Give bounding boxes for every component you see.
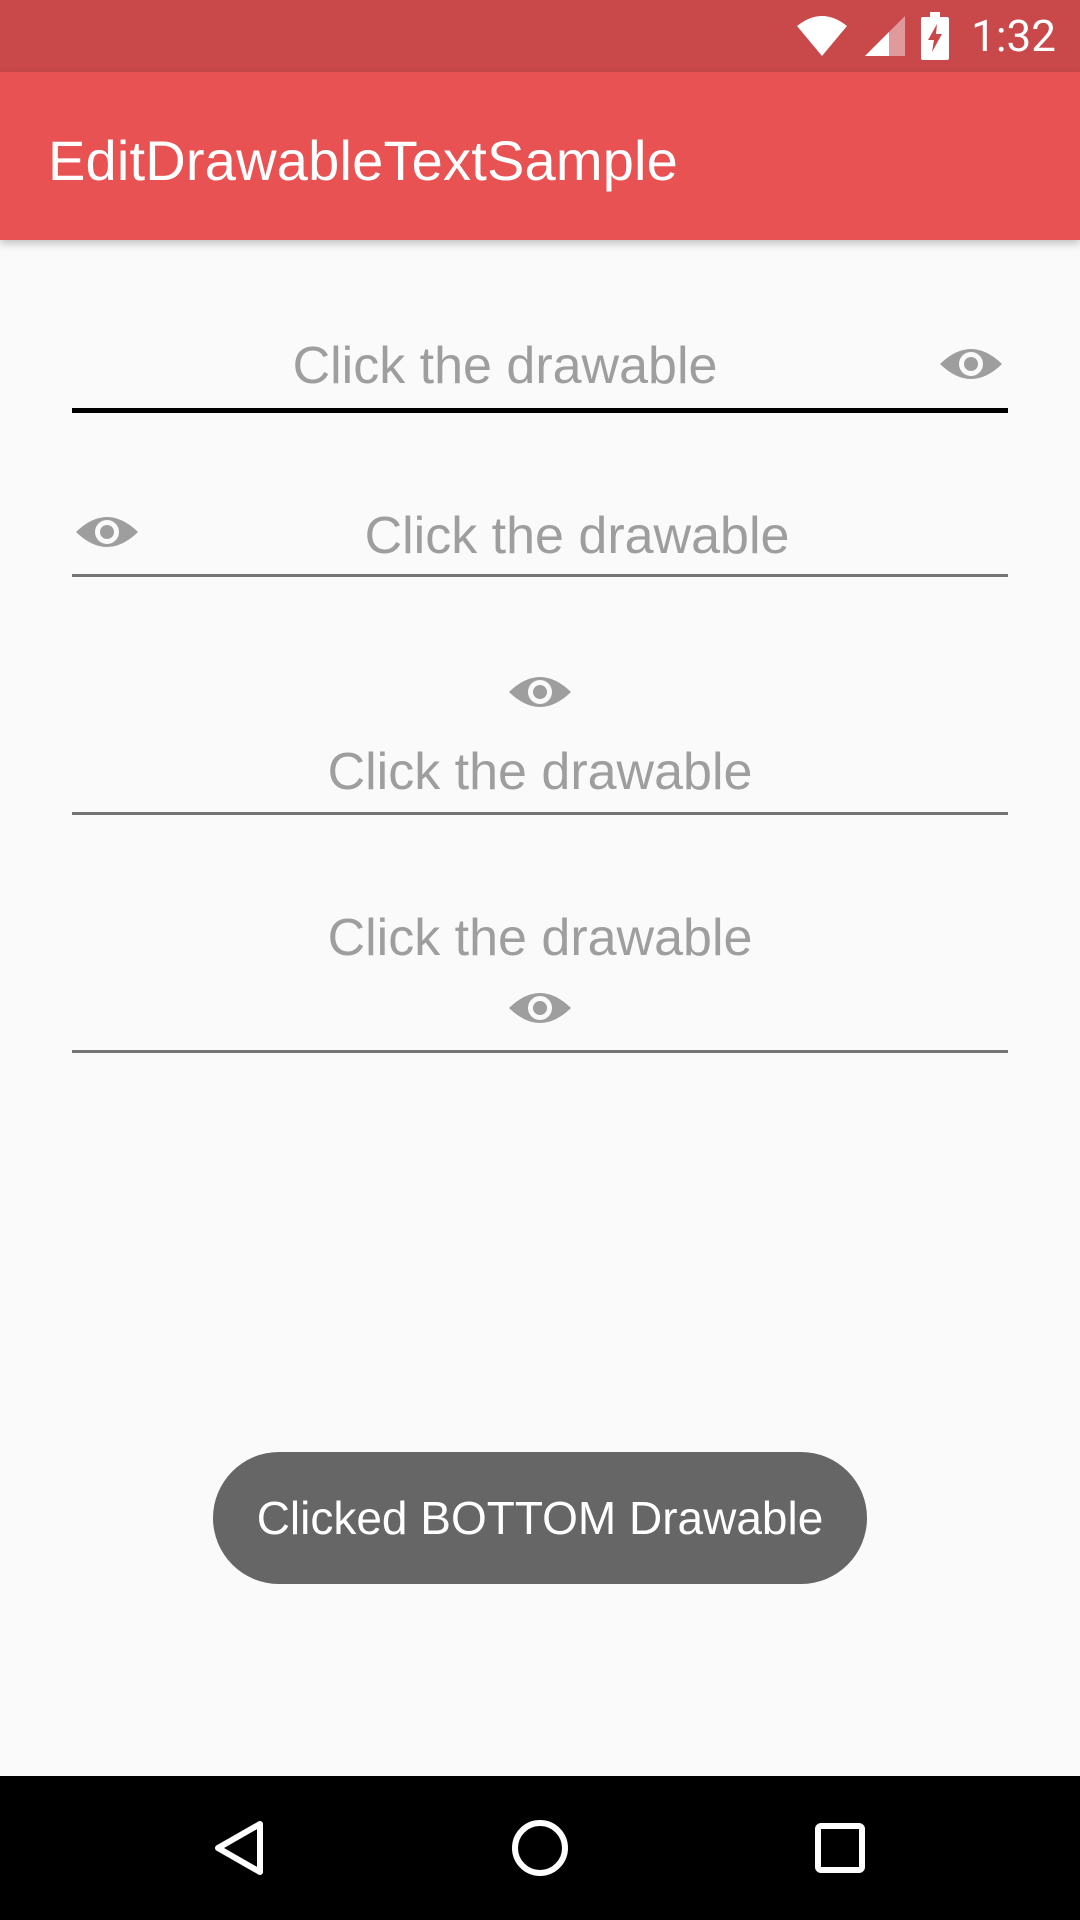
edit-text-drawable-top[interactable]: Click the drawable	[72, 668, 1008, 818]
eye-icon[interactable]	[507, 668, 573, 716]
back-icon	[215, 1821, 263, 1875]
status-time: 1:32	[971, 10, 1056, 62]
edit-text-underline	[72, 408, 1008, 413]
eye-icon[interactable]	[74, 508, 140, 556]
home-icon	[512, 1820, 568, 1876]
edit-text-hint: Click the drawable	[364, 507, 790, 565]
home-button[interactable]	[480, 1776, 600, 1920]
back-button[interactable]	[180, 1776, 300, 1920]
battery-charging-icon	[921, 12, 950, 60]
edit-text-hint: Click the drawable	[292, 337, 718, 395]
navigation-bar	[0, 1776, 1080, 1920]
edit-text-drawable-bottom[interactable]: Click the drawable	[72, 908, 1008, 1058]
edit-text-hint: Click the drawable	[327, 909, 753, 967]
edit-text-underline	[72, 1050, 1008, 1053]
status-bar: 1:32	[0, 0, 1080, 72]
edit-text-drawable-right[interactable]: Click the drawable	[72, 320, 1008, 420]
edit-text-hint: Click the drawable	[327, 743, 753, 801]
edit-text-drawable-left[interactable]: Click the drawable	[72, 490, 1008, 590]
wifi-icon	[797, 16, 848, 56]
recents-icon	[815, 1823, 865, 1873]
status-icons: 1:32	[795, 0, 1056, 72]
eye-icon[interactable]	[507, 984, 573, 1032]
app-bar: EditDrawableTextSample	[0, 72, 1080, 240]
recents-button[interactable]	[780, 1776, 900, 1920]
app-title: EditDrawableTextSample	[48, 129, 679, 192]
toast: Clicked BOTTOM Drawable	[213, 1452, 867, 1584]
signal-icon	[865, 16, 906, 56]
toast-message: Clicked BOTTOM Drawable	[256, 1492, 824, 1544]
edit-text-underline	[72, 574, 1008, 577]
eye-icon[interactable]	[938, 340, 1004, 388]
edit-text-underline	[72, 812, 1008, 815]
